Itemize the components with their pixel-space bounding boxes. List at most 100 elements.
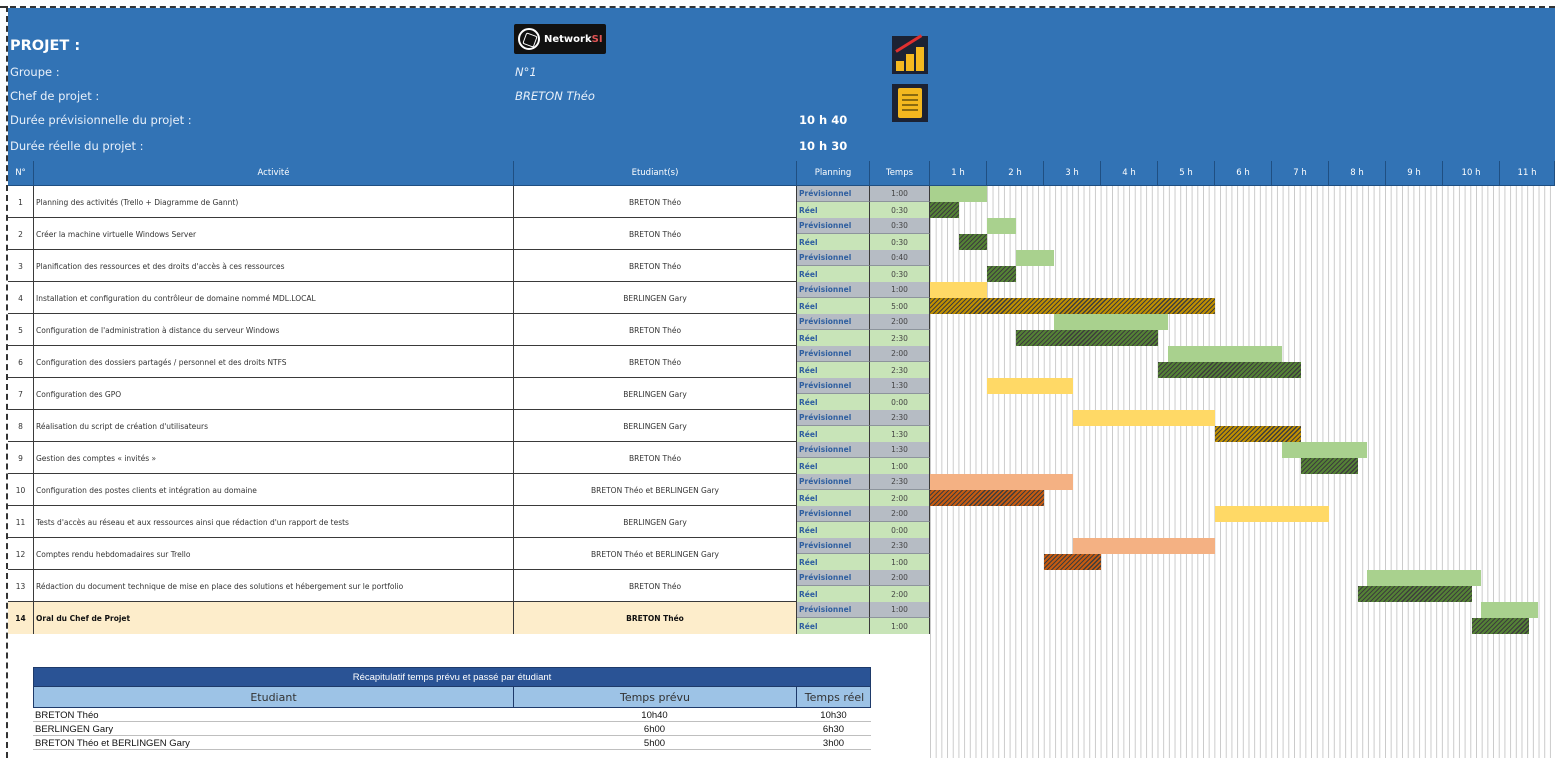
network-icon [518,28,540,50]
table-row: 6 Configuration des dossiers partagés / p… [8,346,930,378]
row-activity: Configuration de l'administration à dist… [34,314,514,346]
gantt-bar-reel [930,202,959,218]
hour-header: 1 h [930,161,987,186]
summary-prevu: 10h40 [641,709,668,721]
reel-time: 2:00 [870,490,930,506]
row-student: BRETON Théo [514,570,797,602]
gantt-bar-reel [1015,330,1158,346]
row-number: 11 [8,506,34,538]
summary-reel: 10h30 [820,709,847,721]
row-number: 9 [8,442,34,474]
table-row: 8 Réalisation du script de création d'uti… [8,410,930,442]
row-student: BRETON Théo et BERLINGEN Gary [514,538,797,570]
planning-prev-label: Prévisionnel [797,346,870,362]
table-row: 7 Configuration des GPO BERLINGEN Gary Prév… [8,378,930,410]
prev-time: 2:30 [870,474,930,490]
planning-reel-label: Réel [797,330,870,346]
planning-reel-label: Réel [797,362,870,378]
group-value: N°1 [515,65,537,79]
reel-time: 1:00 [870,554,930,570]
hour-header: 7 h [1272,161,1329,186]
networksi-logo: NetworkSI [514,24,606,54]
row-activity: Configuration des postes clients et inté… [34,474,514,506]
planning-prev-label: Prévisionnel [797,570,870,586]
col-header-planning: Planning [797,161,870,186]
prev-time: 2:00 [870,346,930,362]
hour-header: 10 h [1443,161,1500,186]
summary-student: BRETON Théo [35,709,99,721]
planning-reel-label: Réel [797,586,870,602]
project-header: PROJET : Groupe : Chef de projet : Durée… [8,8,1555,161]
gantt-bar-prev [987,218,1016,234]
project-sheet: PROJET : Groupe : Chef de projet : Durée… [0,0,1555,758]
summary-prevu: 6h00 [643,723,666,735]
row-number: 2 [8,218,34,250]
gantt-bar-prev [1015,250,1054,266]
reel-time: 1:00 [870,618,930,634]
row-student: BERLINGEN Gary [514,410,797,442]
reel-time: 2:30 [870,362,930,378]
row-student: BERLINGEN Gary [514,282,797,314]
row-student: BRETON Théo [514,442,797,474]
reel-time: 0:30 [870,266,930,282]
planning-reel-label: Réel [797,458,870,474]
gantt-bar-reel [987,266,1016,282]
gantt-bar-reel [1158,362,1301,378]
gantt-bar-prev [1281,442,1367,458]
row-number: 14 [8,602,34,634]
gantt-chart [930,186,1555,758]
row-student: BRETON Théo [514,346,797,378]
gantt-bar-reel [1215,426,1301,442]
reel-time: 1:00 [870,458,930,474]
planning-reel-label: Réel [797,554,870,570]
hour-header: 2 h [987,161,1044,186]
gantt-bar-reel [958,234,987,250]
planning-prev-label: Prévisionnel [797,538,870,554]
planning-prev-label: Prévisionnel [797,218,870,234]
planning-reel-label: Réel [797,202,870,218]
gantt-bar-prev [1053,314,1168,330]
planning-prev-label: Prévisionnel [797,282,870,298]
row-number: 4 [8,282,34,314]
table-row: 3 Planification des ressources et des dro… [8,250,930,282]
gantt-bar-reel [1471,618,1529,634]
hour-header: 3 h [1044,161,1101,186]
prev-time: 1:30 [870,442,930,458]
gantt-bar-reel [930,490,1044,506]
row-number: 6 [8,346,34,378]
row-student: BRETON Théo [514,186,797,218]
gantt-bar-prev [1215,506,1329,522]
reel-time: 0:00 [870,522,930,538]
planning-prev-label: Prévisionnel [797,378,870,394]
table-row: 14 Oral du Chef de Projet BRETON Théo Prévi… [8,602,930,634]
summary-table: Récapitulatif temps prévu et passé par é… [33,667,871,750]
row-student: BERLINGEN Gary [514,506,797,538]
prev-time: 2:00 [870,314,930,330]
row-student: BRETON Théo et BERLINGEN Gary [514,474,797,506]
planning-reel-label: Réel [797,522,870,538]
planning-prev-label: Prévisionnel [797,410,870,426]
hour-header: 9 h [1386,161,1443,186]
summary-row: BERLINGEN Gary 6h00 6h30 [33,722,871,736]
row-student: BRETON Théo [514,250,797,282]
chef-label: Chef de projet : [10,89,100,103]
table-row: 12 Comptes rendu hebdomadaires sur Trello… [8,538,930,570]
prev-time: 1:00 [870,602,930,618]
row-activity: Oral du Chef de Projet [34,602,514,634]
document-icon [892,84,928,122]
row-number: 10 [8,474,34,506]
table-row: 9 Gestion des comptes « invités » BRETON T… [8,442,930,474]
planning-reel-label: Réel [797,266,870,282]
hour-header: 11 h [1500,161,1555,186]
planning-prev-label: Prévisionnel [797,506,870,522]
group-label: Groupe : [10,65,60,79]
prev-time: 1:00 [870,186,930,202]
hour-header: 5 h [1158,161,1215,186]
prev-time: 0:30 [870,218,930,234]
row-student: BRETON Théo [514,602,797,634]
hour-header: 8 h [1329,161,1386,186]
planning-prev-label: Prévisionnel [797,250,870,266]
row-activity: Créer la machine virtuelle Windows Serve… [34,218,514,250]
prev-time: 0:40 [870,250,930,266]
table-row: 4 Installation et configuration du contrô… [8,282,930,314]
